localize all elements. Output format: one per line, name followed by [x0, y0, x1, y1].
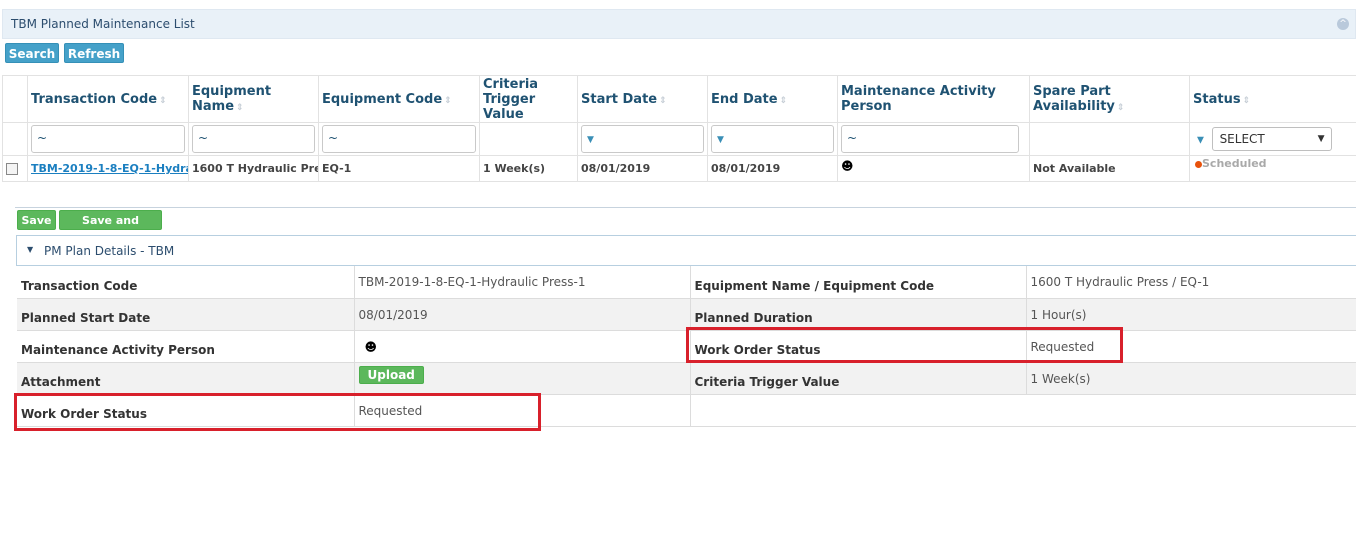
cell-equipment-name: 1600 T Hydraulic Press [188, 155, 319, 182]
cell-criteria-trigger-value: 1 Week(s) [479, 155, 578, 182]
header-equipment-code[interactable]: Equipment Code ⇕ [318, 75, 480, 123]
header-transaction-code[interactable]: Transaction Code ⇕ [27, 75, 189, 123]
highlight-box [14, 393, 541, 431]
person-label: Maintenance Activity Person [17, 330, 355, 363]
search-button[interactable]: Search [5, 43, 59, 63]
person-icon: ☻ [841, 159, 854, 173]
header-start-date[interactable]: Start Date ⇕ [577, 75, 708, 123]
sort-icon[interactable]: ⇕ [1117, 103, 1125, 113]
cell-start-date: 08/01/2019 [577, 155, 708, 182]
planned-start-value: 08/01/2019 [354, 298, 691, 331]
filter-maintenance-person[interactable]: ~ [841, 125, 1019, 153]
sort-icon[interactable]: ⇕ [1243, 96, 1251, 106]
grid-header-row: Transaction Code ⇕ Equipment Name ⇕ Equipm… [2, 75, 1356, 123]
detail-row: Transaction Code TBM-2019-1-8-EQ-1-Hydra… [17, 266, 1356, 299]
filter-end-date[interactable]: ▼ [711, 125, 834, 153]
header-maintenance-activity-person: Maintenance Activity Person [837, 75, 1030, 123]
status-badge: Scheduled [1202, 157, 1267, 170]
maintenance-grid: Transaction Code ⇕ Equipment Name ⇕ Equipm… [2, 75, 1356, 182]
header-criteria-trigger-value: Criteria Trigger Value [479, 75, 578, 123]
table-row[interactable]: TBM-2019-1-8-EQ-1-Hydraulic Press-1 1600… [2, 155, 1356, 182]
transaction-code-link[interactable]: TBM-2019-1-8-EQ-1-Hydraulic Press-1 [31, 162, 188, 175]
sort-icon[interactable]: ⇕ [659, 96, 667, 106]
funnel-icon[interactable]: ▼ [717, 135, 724, 145]
header-select-cell [2, 75, 28, 123]
row-checkbox[interactable] [6, 163, 18, 175]
sort-icon[interactable]: ⇕ [444, 96, 452, 106]
collapse-icon[interactable]: ^ [1337, 18, 1349, 30]
save-button[interactable]: Save [17, 210, 56, 230]
attachment-label: Attachment [17, 362, 355, 395]
filter-equipment-code[interactable]: ~ [322, 125, 476, 153]
section-divider [15, 207, 1356, 208]
cell-spare-part-availability: Not Available [1029, 155, 1190, 182]
save-and-submit-button[interactable]: Save and Submit [59, 210, 162, 246]
equipment-label: Equipment Name / Equipment Code [690, 266, 1027, 299]
status-select[interactable]: SELECT ▼ [1211, 127, 1332, 151]
detail-row: Attachment Upload Criteria Trigger Value… [17, 362, 1356, 395]
filter-start-date[interactable]: ▼ [581, 125, 704, 153]
sort-icon[interactable]: ⇕ [159, 96, 167, 106]
upload-button[interactable]: Upload [358, 365, 424, 384]
funnel-icon[interactable]: ▼ [587, 135, 594, 145]
chevron-down-icon: ▼ [1317, 134, 1325, 144]
list-panel-header: TBM Planned Maintenance List ^ [2, 9, 1356, 39]
person-icon: ☻ [364, 339, 378, 354]
refresh-button[interactable]: Refresh [64, 43, 124, 63]
detail-row: Planned Start Date 08/01/2019 Planned Du… [17, 298, 1356, 331]
criteria-trigger-value: 1 Week(s) [1026, 362, 1356, 395]
planned-duration-label: Planned Duration [690, 298, 1027, 331]
header-equipment-name[interactable]: Equipment Name ⇕ [188, 75, 319, 123]
cell-equipment-code: EQ-1 [318, 155, 480, 182]
pm-plan-details-header[interactable]: ▼ PM Plan Details - TBM [16, 235, 1356, 266]
criteria-trigger-label: Criteria Trigger Value [690, 362, 1027, 395]
cell-end-date: 08/01/2019 [707, 155, 838, 182]
header-spare-part-availability[interactable]: Spare Part Availability ⇕ [1029, 75, 1190, 123]
status-dot-icon [1195, 160, 1202, 168]
filter-transaction-code[interactable]: ~ [31, 125, 185, 153]
highlight-box [686, 327, 1123, 363]
header-status[interactable]: Status ⇕ [1189, 75, 1356, 123]
section-title: PM Plan Details - TBM [44, 244, 175, 258]
transaction-code-value: TBM-2019-1-8-EQ-1-Hydraulic Press-1 [354, 266, 691, 299]
sort-icon[interactable]: ⇕ [780, 96, 788, 106]
filter-equipment-name[interactable]: ~ [192, 125, 315, 153]
sort-icon[interactable]: ⇕ [236, 103, 244, 113]
panel-title: TBM Planned Maintenance List [11, 17, 195, 31]
equipment-value: 1600 T Hydraulic Press / EQ-1 [1026, 266, 1356, 299]
funnel-icon[interactable]: ▼ [1197, 136, 1204, 146]
planned-duration-value: 1 Hour(s) [1026, 298, 1356, 331]
transaction-code-label: Transaction Code [17, 266, 355, 299]
grid-filter-row: ~ ~ ~ ▼ ▼ ~ ▼ SELECT ▼ [2, 122, 1356, 156]
caret-down-icon[interactable]: ▼ [27, 245, 33, 254]
header-end-date[interactable]: End Date ⇕ [707, 75, 838, 123]
planned-start-label: Planned Start Date [17, 298, 355, 331]
